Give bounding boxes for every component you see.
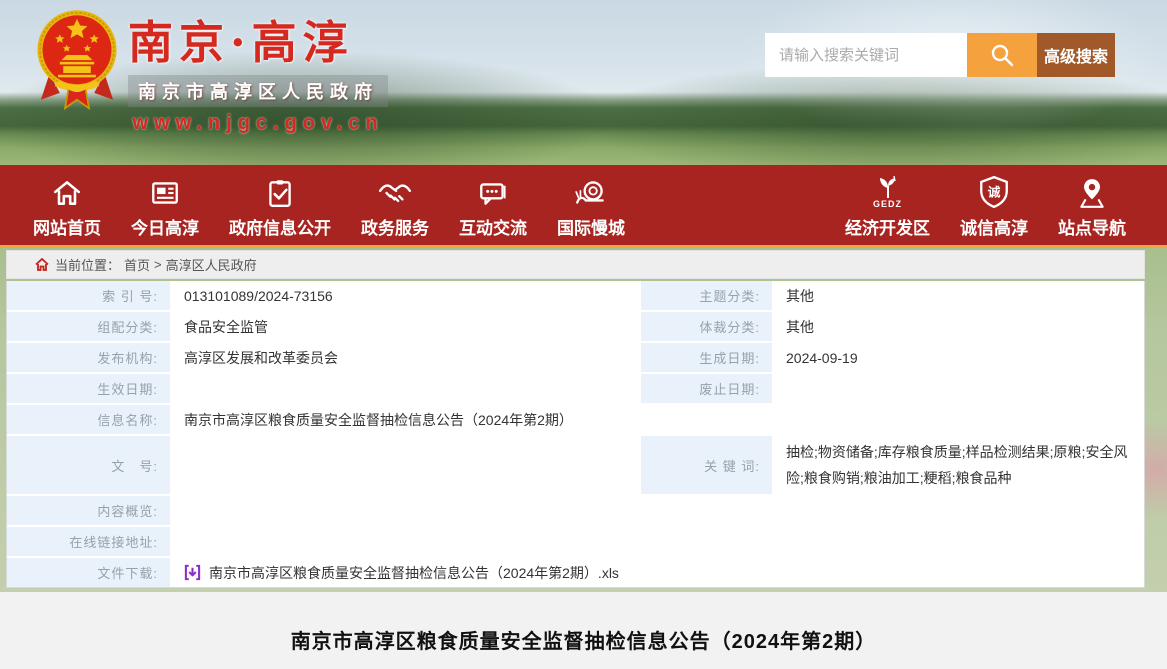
- site-url: www.njgc.gov.cn: [128, 112, 388, 135]
- genre-label: 体裁分类:: [641, 312, 772, 341]
- file-download-cell: 南京市高淳区粮食质量安全监督抽检信息公告（2024年第2期）.xls: [170, 558, 1144, 587]
- doc-no-label: 文 号:: [7, 436, 170, 494]
- site-subtitle: 南京市高淳区人民政府: [128, 75, 388, 107]
- download-file-link[interactable]: 南京市高淳区粮食质量安全监督抽检信息公告（2024年第2期）.xls: [184, 563, 619, 583]
- search-button[interactable]: [967, 33, 1037, 77]
- publisher-value: 高淳区发展和改革委员会: [170, 343, 638, 372]
- repeal-date-value: [772, 374, 1144, 403]
- gedz-caption: GEDZ: [873, 200, 902, 209]
- download-icon: [184, 564, 201, 581]
- created-date-label: 生成日期:: [641, 343, 772, 372]
- search-input[interactable]: [765, 33, 967, 77]
- breadcrumb-separator: >: [154, 257, 162, 272]
- keywords-value: 抽检;物资储备;库存粮食质量;样品检测结果;原粮;安全风险;粮食购销;粮油加工;…: [772, 436, 1144, 494]
- site-title: 南京·高淳: [128, 6, 388, 71]
- site-brand[interactable]: 南京·高淳 南京市高淳区人民政府 www.njgc.gov.cn: [128, 6, 388, 135]
- main-nav: 网站首页 今日高淳 政府信息公开 政务服务 互动交流: [0, 165, 1167, 248]
- info-table: 索 引 号: 013101089/2024-73156 主题分类: 其他 组配分…: [6, 281, 1145, 588]
- national-emblem-logo[interactable]: [34, 5, 120, 117]
- nav-item-home[interactable]: 网站首页: [33, 171, 101, 239]
- summary-value: [170, 496, 1144, 525]
- clipboard-check-icon: [264, 171, 296, 209]
- effective-date-value: [170, 374, 638, 403]
- index-no-label: 索 引 号:: [7, 281, 170, 310]
- index-no-value: 013101089/2024-73156: [170, 281, 638, 310]
- main-content: 当前位置： 首页 > 高淳区人民政府 索 引 号: 013101089/2024…: [6, 250, 1145, 588]
- nav-item-economic-zone[interactable]: GEDZ 经济开发区: [845, 171, 930, 239]
- info-name-label: 信息名称:: [7, 405, 170, 434]
- advanced-search-button[interactable]: 高级搜索: [1037, 33, 1115, 77]
- download-file-name: 南京市高淳区粮食质量安全监督抽检信息公告（2024年第2期）.xls: [209, 563, 619, 583]
- nav-item-integrity[interactable]: 诚 诚信高淳: [960, 171, 1028, 239]
- table-row: 生效日期: 废止日期:: [7, 374, 1144, 403]
- table-row: 索 引 号: 013101089/2024-73156 主题分类: 其他: [7, 281, 1144, 310]
- nav-item-gov-info[interactable]: 政府信息公开: [229, 171, 331, 239]
- nav-item-sitemap[interactable]: 站点导航: [1058, 171, 1126, 239]
- info-name-value: 南京市高淳区粮食质量安全监督抽检信息公告（2024年第2期）: [170, 405, 1144, 434]
- breadcrumb-home-link[interactable]: 首页: [124, 255, 150, 274]
- site-header: 南京·高淳 南京市高淳区人民政府 www.njgc.gov.cn 高级搜索: [0, 0, 1167, 165]
- home-icon: [51, 171, 83, 209]
- location-pin-icon: [1076, 171, 1108, 209]
- table-row: 内容概览:: [7, 496, 1144, 525]
- nav-item-slow-city[interactable]: 国际慢城: [557, 171, 625, 239]
- chat-icon: [477, 171, 509, 209]
- genre-value: 其他: [772, 312, 1144, 341]
- table-row: 组配分类: 食品安全监管 体裁分类: 其他: [7, 312, 1144, 341]
- table-row: 信息名称: 南京市高淳区粮食质量安全监督抽检信息公告（2024年第2期）: [7, 405, 1144, 434]
- breadcrumb: 当前位置： 首页 > 高淳区人民政府: [6, 250, 1145, 279]
- breadcrumb-prefix: 当前位置：: [55, 255, 120, 274]
- publisher-label: 发布机构:: [7, 343, 170, 372]
- file-download-label: 文件下载:: [7, 558, 170, 587]
- group-value: 食品安全监管: [170, 312, 638, 341]
- search-icon: [989, 42, 1015, 68]
- keywords-label: 关 键 词:: [641, 436, 772, 494]
- topic-label: 主题分类:: [641, 281, 772, 310]
- table-row: 文 号: 关 键 词: 抽检;物资储备;库存粮食质量;样品检测结果;原粮;安全风…: [7, 436, 1144, 494]
- summary-label: 内容概览:: [7, 496, 170, 525]
- breadcrumb-home-icon: [35, 258, 49, 271]
- created-date-value: 2024-09-19: [772, 343, 1144, 372]
- table-row: 发布机构: 高淳区发展和改革委员会 生成日期: 2024-09-19: [7, 343, 1144, 372]
- repeal-date-label: 废止日期:: [641, 374, 772, 403]
- nav-item-interaction[interactable]: 互动交流: [459, 171, 527, 239]
- group-label: 组配分类:: [7, 312, 170, 341]
- article-title: 南京市高淳区粮食质量安全监督抽检信息公告（2024年第2期）: [0, 625, 1167, 654]
- table-row: 在线链接地址:: [7, 527, 1144, 556]
- snail-icon: [573, 171, 609, 209]
- doc-no-value: [170, 436, 638, 494]
- online-link-value: [170, 527, 1144, 556]
- page: 南京·高淳 南京市高淳区人民政府 www.njgc.gov.cn 高级搜索 网站…: [0, 0, 1167, 669]
- topic-value: 其他: [772, 281, 1144, 310]
- table-row: 文件下载: 南京市高淳区粮食质量安全监督抽检信息公告（2024年第2期）.xls: [7, 558, 1144, 588]
- news-icon: [149, 171, 181, 209]
- handshake-icon: [378, 171, 412, 209]
- svg-text:诚: 诚: [988, 184, 1001, 199]
- integrity-shield-icon: 诚: [978, 171, 1010, 209]
- nav-item-services[interactable]: 政务服务: [361, 171, 429, 239]
- online-link-label: 在线链接地址:: [7, 527, 170, 556]
- nav-item-today[interactable]: 今日高淳: [131, 171, 199, 239]
- breadcrumb-current-link[interactable]: 高淳区人民政府: [166, 255, 257, 274]
- sprout-icon: GEDZ: [873, 171, 903, 209]
- article-area: 南京市高淳区粮食质量安全监督抽检信息公告（2024年第2期）: [0, 592, 1167, 669]
- effective-date-label: 生效日期:: [7, 374, 170, 403]
- search-bar: 高级搜索: [765, 33, 1115, 77]
